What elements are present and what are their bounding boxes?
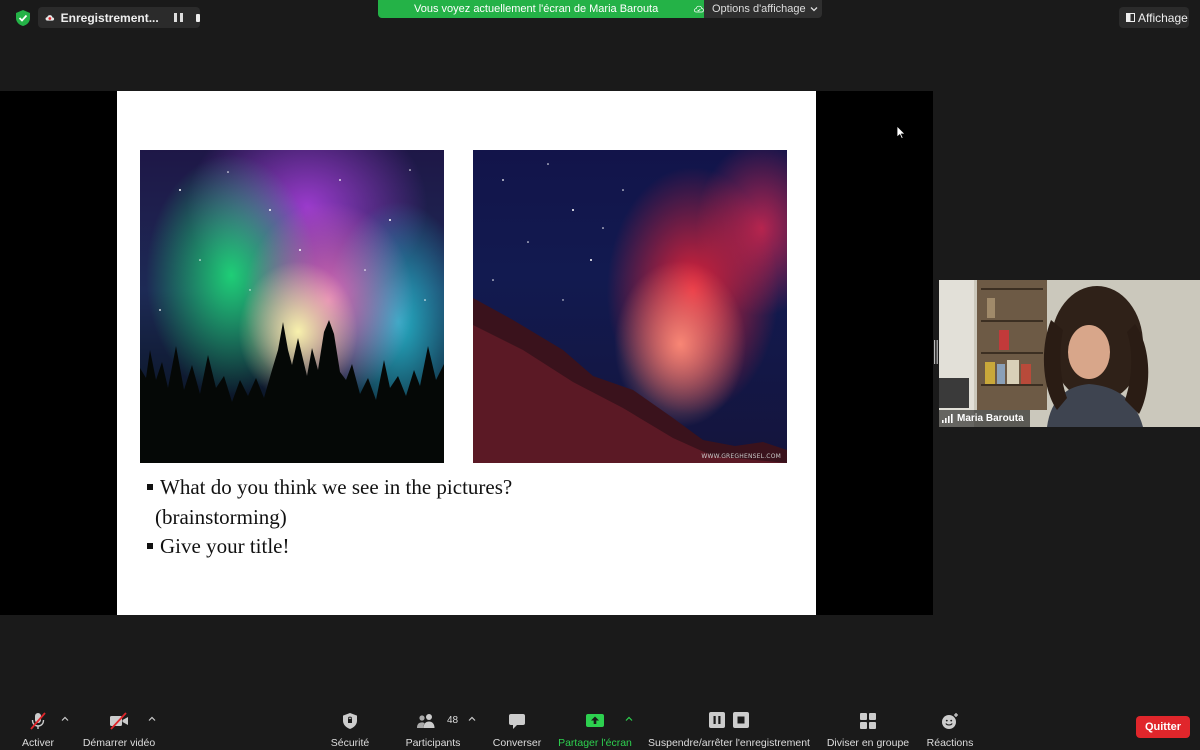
reactions-button[interactable]: Réactions (923, 705, 977, 750)
share-screen-label: Partager l'écran (558, 737, 632, 749)
bullet-text: (brainstorming) (155, 505, 287, 529)
breakout-rooms-icon (860, 713, 876, 729)
quit-button[interactable]: Quitter (1136, 716, 1190, 738)
pause-stop-recording-button[interactable]: Suspendre/arrêter l'enregistrement (645, 705, 813, 750)
slide-bullet-2: Give your title! (147, 534, 289, 559)
screen-share-banner: Vous voyez actuellement l'écran de Maria… (378, 0, 704, 18)
aurora-forest-image (140, 150, 444, 463)
chat-bubble-icon (509, 714, 525, 729)
pause-stop-recording-label: Suspendre/arrêter l'enregistrement (648, 737, 810, 749)
share-banner-text: Vous voyez actuellement l'écran de Maria… (414, 3, 659, 15)
cloud-recording-icon (45, 14, 55, 21)
security-label: Sécurité (330, 737, 370, 749)
participants-count: 48 (447, 715, 459, 726)
security-button[interactable]: Sécurité (325, 705, 375, 750)
share-screen-button[interactable]: Partager l'écran (555, 705, 635, 750)
cloud-icon (694, 5, 704, 13)
share-options-chevron-icon[interactable] (625, 716, 633, 722)
recording-label: Enregistrement... (60, 10, 159, 25)
image-watermark: WWW.GREGHENSEL.COM (701, 453, 781, 460)
participants-options-chevron-icon[interactable] (468, 716, 476, 722)
chat-button[interactable]: Converser (490, 705, 544, 750)
panel-resize-handle[interactable] (934, 340, 938, 364)
start-video-button[interactable]: Démarrer vidéo (80, 705, 158, 750)
chat-label: Converser (492, 737, 542, 749)
display-icon (1126, 13, 1135, 22)
shield-check-icon[interactable] (14, 9, 32, 27)
recording-indicator[interactable]: Enregistrement... (38, 7, 200, 28)
start-video-label: Démarrer vidéo (82, 737, 156, 749)
meeting-toolbar: Activer Démarrer vidéo Sécurité Particip… (0, 705, 1200, 750)
participant-video-frame (939, 280, 1200, 427)
shield-icon (343, 713, 357, 729)
participants-label: Participants (405, 737, 461, 749)
view-options-label: Options d'affichage (712, 3, 806, 15)
pause-recording-icon[interactable] (709, 712, 725, 728)
unmute-label: Activer (21, 737, 55, 749)
audio-options-chevron-icon[interactable] (61, 716, 69, 722)
breakout-rooms-label: Diviser en groupe (826, 737, 910, 749)
stop-icon[interactable] (195, 13, 200, 22)
bullet-text: What do you think we see in the pictures… (160, 475, 513, 499)
bullet-marker (147, 484, 153, 490)
slide-bullet-continuation: (brainstorming) (155, 505, 287, 530)
pause-icon[interactable] (173, 12, 183, 24)
shared-screen: WWW.GREGHENSEL.COM What do you think we … (0, 91, 933, 615)
bullet-marker (147, 543, 153, 549)
reactions-label: Réactions (926, 737, 974, 749)
share-screen-icon (586, 714, 604, 727)
participant-video-tile[interactable]: Maria Barouta (939, 280, 1200, 427)
slide-bullet-1: What do you think we see in the pictures… (147, 475, 512, 500)
red-aurora-mountain-image: WWW.GREGHENSEL.COM (473, 150, 787, 463)
video-options-chevron-icon[interactable] (148, 716, 156, 722)
unmute-button[interactable]: Activer (18, 705, 58, 750)
video-off-icon (110, 712, 128, 730)
display-label: Affichage (1138, 10, 1188, 25)
recording-controls (709, 712, 749, 728)
stop-recording-icon[interactable] (733, 712, 749, 728)
participants-icon (417, 714, 435, 728)
reaction-emoji-icon (942, 713, 958, 729)
view-options-dropdown[interactable]: Options d'affichage (704, 0, 822, 18)
presentation-slide: WWW.GREGHENSEL.COM What do you think we … (117, 91, 816, 615)
participants-button[interactable]: Participants (402, 705, 464, 750)
mouse-pointer-icon (896, 125, 906, 140)
participant-nameplate: Maria Barouta (939, 410, 1030, 427)
muted-mic-icon (30, 712, 46, 730)
breakout-rooms-button[interactable]: Diviser en groupe (825, 705, 911, 750)
participant-name: Maria Barouta (957, 413, 1024, 424)
bullet-text: Give your title! (160, 534, 290, 558)
display-button[interactable]: Affichage (1119, 7, 1189, 28)
chevron-down-icon (810, 7, 818, 12)
signal-strength-icon (942, 414, 953, 423)
